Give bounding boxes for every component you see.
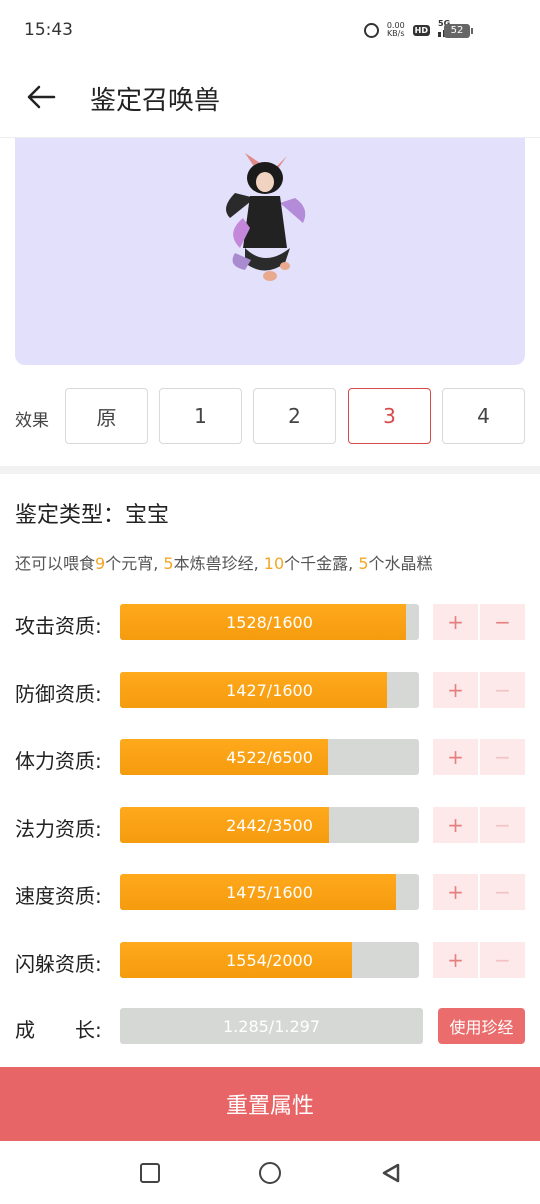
attribute-row: 速度资质: 1475/1600 + − (15, 874, 525, 912)
attribute-bar: 1554/2000 (120, 942, 419, 978)
attribute-value: 1528/1600 (226, 612, 313, 632)
effect-option-4[interactable]: 4 (442, 388, 525, 444)
attribute-bar: 1475/1600 (120, 874, 419, 910)
minus-button[interactable]: − (480, 874, 525, 910)
attribute-bar: 1528/1600 (120, 604, 419, 640)
hd-badge: HD (412, 24, 430, 36)
attribute-row: 法力资质: 2442/3500 + − (15, 807, 525, 845)
attribute-stepper: + − (433, 807, 525, 843)
attribute-bar: 2442/3500 (120, 807, 419, 843)
feed-text-qianjinlu: 个千金露, (284, 554, 359, 573)
attribute-row: 体力资质: 4522/6500 + − (15, 739, 525, 777)
battery-icon: 52 (444, 24, 473, 38)
growth-label: 成 长: (15, 1014, 102, 1043)
attribute-stepper: + − (433, 874, 525, 910)
minus-button[interactable]: − (480, 672, 525, 708)
feed-text-shuijinggao: 个水晶糕 (368, 554, 433, 573)
attribute-label: 体力资质: (15, 749, 102, 773)
feed-text-yuanxiao: 个元宵, (105, 554, 164, 573)
attribute-label: 闪躲资质: (15, 952, 102, 976)
app-bar: 鉴定召唤兽 (0, 62, 540, 138)
feed-count-shuijinggao: 5 (358, 554, 369, 573)
attribute-stepper: + − (433, 739, 525, 775)
attribute-value: 2442/3500 (226, 815, 313, 835)
system-nav-bar (0, 1141, 540, 1204)
effect-option-1[interactable]: 1 (159, 388, 242, 444)
home-icon[interactable] (259, 1162, 281, 1184)
feed-text-zhenjing: 本炼兽珍经, (173, 554, 264, 573)
effect-option-3[interactable]: 3 (348, 388, 431, 444)
appraisal-type-label: 鉴定类型： (15, 503, 126, 528)
attribute-label: 防御资质: (15, 682, 102, 706)
attribute-value: 1554/2000 (226, 950, 313, 970)
plus-button[interactable]: + (433, 604, 478, 640)
attribute-row: 闪躲资质: 1554/2000 + − (15, 942, 525, 980)
attribute-row: 攻击资质: 1528/1600 + − (15, 604, 525, 642)
pet-preview (15, 138, 525, 365)
alarm-icon (363, 22, 379, 38)
attribute-value: 1427/1600 (226, 680, 313, 700)
growth-bar: 1.285/1.297 (120, 1008, 423, 1044)
attribute-stepper: + − (433, 604, 525, 640)
feed-prefix: 还可以喂食 (15, 554, 96, 573)
plus-button[interactable]: + (433, 672, 478, 708)
attribute-bar: 1427/1600 (120, 672, 419, 708)
appraisal-type: 鉴定类型：宝宝 (15, 497, 169, 529)
minus-button[interactable]: − (480, 739, 525, 775)
attribute-row: 防御资质: 1427/1600 + − (15, 672, 525, 710)
feed-count-qianjinlu: 10 (263, 554, 285, 573)
back-triangle-icon[interactable] (380, 1162, 402, 1184)
growth-row: 成 长: 1.285/1.297 使用珍经 (15, 1008, 525, 1046)
net-speed: 0.00 KB/s (387, 22, 405, 38)
net-speed-unit: KB/s (386, 29, 405, 38)
plus-button[interactable]: + (433, 739, 478, 775)
attribute-label: 速度资质: (15, 884, 102, 908)
attribute-label: 法力资质: (15, 817, 102, 841)
section-divider (0, 466, 540, 474)
status-bar: 15:43 0.00 KB/s HD 5G 52 (0, 0, 540, 62)
attribute-stepper: + − (433, 672, 525, 708)
page-title: 鉴定召唤兽 (90, 86, 221, 116)
status-time: 15:43 (24, 20, 73, 40)
minus-button[interactable]: − (480, 604, 525, 640)
reset-attributes-button[interactable]: 重置属性 (0, 1067, 540, 1141)
feed-count-zhenjing: 5 (163, 554, 174, 573)
minus-button[interactable]: − (480, 942, 525, 978)
arrow-left-icon[interactable] (24, 80, 58, 114)
effect-selector: 效果 原 1 2 3 4 (15, 388, 525, 444)
attribute-bar: 4522/6500 (120, 739, 419, 775)
attribute-value: 1475/1600 (226, 882, 313, 902)
growth-label-b: 长: (75, 1018, 102, 1042)
plus-button[interactable]: + (433, 807, 478, 843)
growth-label-a: 成 (15, 1018, 35, 1042)
plus-button[interactable]: + (433, 942, 478, 978)
feed-remaining: 还可以喂食9个元宵, 5本炼兽珍经, 10个千金露, 5个水晶糕 (15, 550, 433, 574)
status-icons: 0.00 KB/s HD 5G (363, 19, 456, 38)
minus-button[interactable]: − (480, 807, 525, 843)
effect-option-original[interactable]: 原 (65, 388, 148, 444)
appraisal-type-value: 宝宝 (125, 503, 170, 528)
recent-apps-icon[interactable] (140, 1163, 160, 1183)
attribute-value: 4522/6500 (226, 747, 313, 767)
pet-figure-image (226, 153, 306, 281)
effect-option-2[interactable]: 2 (253, 388, 336, 444)
attribute-stepper: + − (433, 942, 525, 978)
feed-count-yuanxiao: 9 (95, 554, 106, 573)
attribute-label: 攻击资质: (15, 614, 102, 638)
effect-label: 效果 (15, 411, 49, 431)
use-zhenjing-button[interactable]: 使用珍经 (438, 1008, 525, 1044)
plus-button[interactable]: + (433, 874, 478, 910)
